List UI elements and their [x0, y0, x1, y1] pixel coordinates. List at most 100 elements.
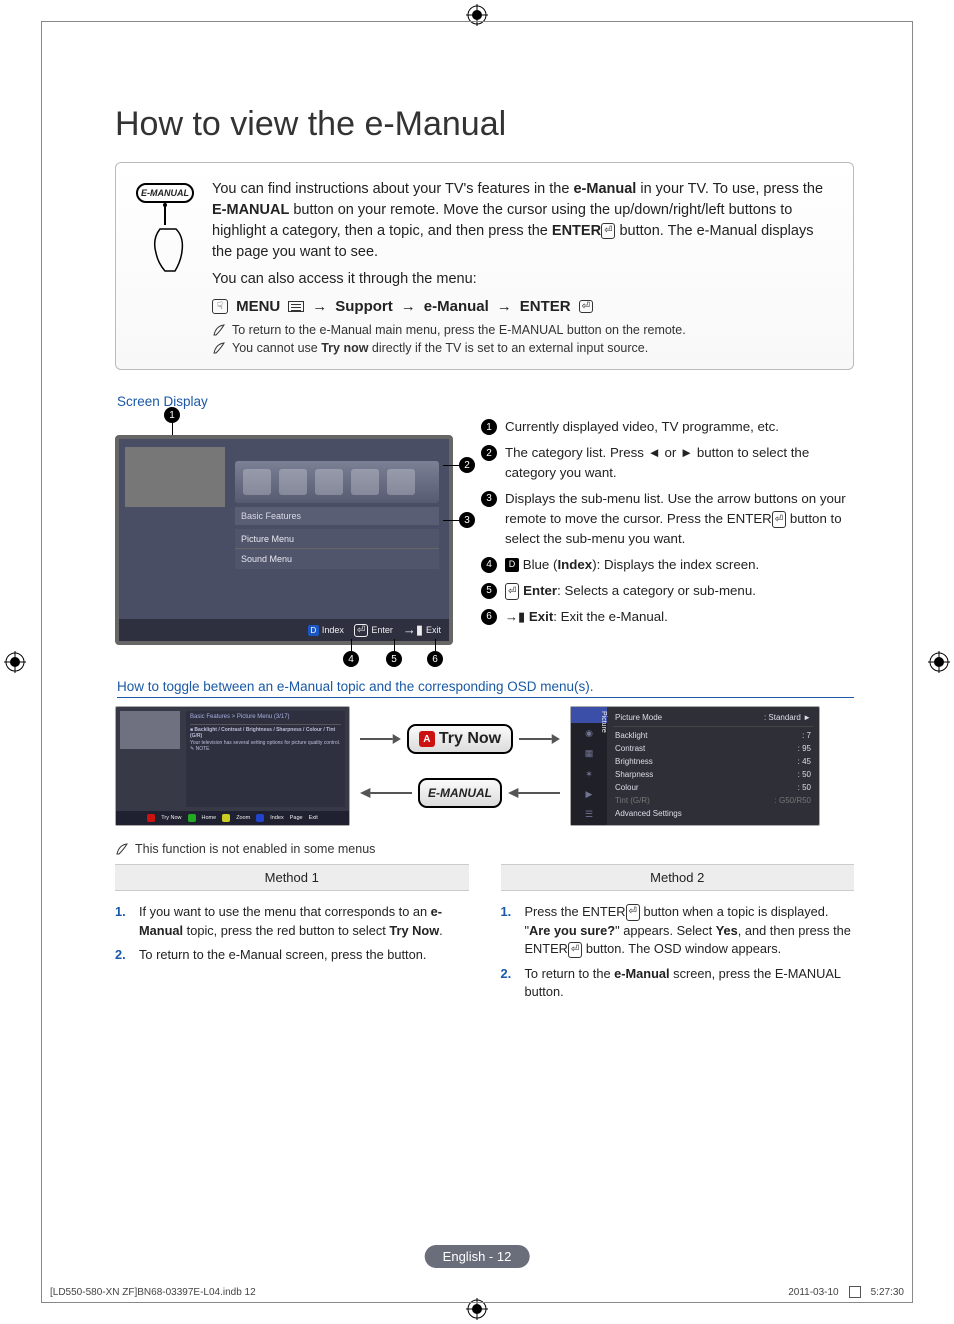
footer-left: [LD550-580-XN ZF]BN68-03397E-L04.indb 12 — [50, 1287, 256, 1298]
legend-num: 5 — [481, 583, 497, 599]
arrow-left-icon — [508, 787, 560, 799]
osd-k: Advanced Settings — [615, 809, 682, 818]
mock-video-area — [125, 447, 225, 507]
legend-5a: Enter — [523, 583, 557, 598]
note-icon — [212, 341, 226, 355]
callout-line — [394, 639, 395, 651]
m2-s1-h: ENTER — [525, 941, 568, 956]
m2-s2-b: e-Manual — [614, 966, 669, 981]
osd-k: Colour — [615, 783, 639, 792]
osd-side-item: ◉ — [571, 723, 607, 743]
arrow-3: → — [497, 298, 512, 315]
m1-s2: To return to the e-Manual screen, press … — [139, 946, 426, 965]
arrow-1: → — [312, 298, 327, 315]
footer-time: 5:27:30 — [871, 1287, 904, 1298]
panel1-line2: Your television has several setting opti… — [190, 740, 340, 746]
callout-5: 5 — [386, 651, 402, 667]
menu-path: ☟ MENU → Support → e-Manual → ENTER ⏎ — [212, 298, 837, 315]
remote-icon: ☟ — [212, 299, 228, 314]
m2-s1-i: button. The OSD window appears. — [582, 941, 781, 956]
m2-s1-g: , and then press the — [738, 923, 851, 938]
m2-s2-e: button. — [525, 984, 564, 999]
callout-line — [443, 520, 459, 521]
screen-display-legend: 1 Currently displayed video, TV programme… — [481, 417, 854, 632]
intro-p2: You can also access it through the menu: — [212, 269, 837, 290]
m2-s1-e: " appears. Select — [615, 923, 716, 938]
p1-foot-exit: Exit — [309, 815, 318, 821]
mock-foot-exit: Exit — [426, 625, 441, 635]
e-manual-pill: E-MANUAL — [418, 778, 502, 808]
registration-mark-left — [4, 651, 26, 673]
screen-display-mock-wrapper: 1 Basic Features Picture Menu Sound Menu… — [115, 417, 453, 645]
function-note: This function is not enabled in some men… — [115, 842, 854, 856]
osd-v: : 95 — [798, 744, 811, 753]
m1-s1-d: Try Now — [389, 923, 439, 938]
osd-side-item: ✶ — [571, 764, 607, 784]
callout-4: 4 — [343, 651, 359, 667]
function-note-text: This function is not enabled in some men… — [135, 842, 375, 856]
osd-sidebar: Picture ◉ ▦ ✶ ▶ ☰ — [571, 707, 607, 825]
mock-category-bar — [235, 461, 439, 503]
screen-display-mockup: Basic Features Picture Menu Sound Menu D… — [115, 435, 453, 645]
osd-main: Picture Mode: Standard ► Backlight: 7 Co… — [607, 707, 819, 825]
m2-s1-b: ENTER — [582, 904, 625, 919]
osd-panel: Picture ◉ ▦ ✶ ▶ ☰ Picture Mode: Standard… — [570, 706, 820, 826]
osd-v: : G50/R50 — [775, 796, 811, 805]
note-1-c: button on the remote. — [563, 323, 685, 337]
legend-num: 2 — [481, 445, 497, 461]
note-1-a: To return to the e-Manual main menu, pre… — [232, 323, 499, 337]
m1-s1-c: topic, press the red button to select — [183, 923, 389, 938]
callout-line — [435, 639, 436, 651]
m2-s2-c: screen, press the — [670, 966, 775, 981]
p1-foot-home: Home — [202, 815, 217, 821]
enter-icon: ⏎ — [601, 223, 615, 240]
panel1-body: Basic Features > Picture Menu (3/17) ■ B… — [186, 711, 345, 807]
callout-2: 2 — [459, 457, 475, 473]
osd-k: Tint (G/R) — [615, 796, 650, 805]
legend-2: The category list. Press ◄ or ► button t… — [505, 443, 854, 483]
mock-foot-index: Index — [322, 625, 344, 635]
osd-k: Picture Mode — [615, 713, 662, 722]
legend-1: Currently displayed video, TV programme,… — [505, 417, 779, 437]
page-title: How to view the e-Manual — [115, 105, 854, 144]
legend-num: 6 — [481, 609, 497, 625]
osd-side-item: ▶ — [571, 784, 607, 804]
note-1: To return to the e-Manual main menu, pre… — [212, 323, 837, 337]
step-number: 2. — [501, 965, 515, 1002]
toggle-heading: How to toggle between an e-Manual topic … — [117, 679, 854, 698]
registration-mark-right — [928, 651, 950, 673]
legend-3b: ENTER — [727, 511, 772, 526]
callout-1: 1 — [164, 407, 180, 423]
panel1-footer: Try Now Home Zoom Index Page Exit — [116, 811, 349, 825]
screen-display-heading: Screen Display — [117, 394, 854, 409]
method-1-title: Method 1 — [115, 864, 469, 891]
osd-k: Contrast — [615, 744, 645, 753]
legend-4b: Index — [557, 557, 592, 572]
osd-v: : 50 — [798, 770, 811, 779]
m2-s1-d: Are you sure? — [529, 923, 615, 938]
panel1-note-label: NOTE — [196, 746, 210, 752]
callout-3: 3 — [459, 512, 475, 528]
m1-s1-a: If you want to use the menu that corresp… — [139, 904, 431, 919]
try-now-pill: A Try Now — [407, 724, 513, 754]
m2-s1-a: Press the — [525, 904, 583, 919]
panel1-video — [120, 711, 180, 749]
legend-num: 1 — [481, 419, 497, 435]
legend-num: 4 — [481, 557, 497, 573]
hand-press-icon — [142, 199, 188, 277]
footer-right: 2011-03-10 5:27:30 — [788, 1286, 904, 1298]
mock-submenu-2: Sound Menu — [235, 549, 439, 569]
intro-card: E-MANUAL You can find instructions about… — [115, 162, 854, 370]
toggle-row: Basic Features > Picture Menu (3/17) ■ B… — [115, 706, 854, 826]
method-1: Method 1 1. If you want to use the menu … — [115, 864, 469, 1008]
intro-text: You can find instructions about your TV'… — [212, 179, 837, 355]
note-2: You cannot use Try now directly if the T… — [212, 341, 837, 355]
emanual-label: e-Manual — [424, 298, 489, 315]
m2-s2-d: E-MANUAL — [775, 966, 841, 981]
p1-foot-try: Try Now — [161, 815, 181, 821]
note-icon — [115, 842, 129, 856]
enter-icon: ⏎ — [505, 583, 519, 600]
osd-k: Sharpness — [615, 770, 653, 779]
mock-foot-enter: Enter — [371, 625, 393, 635]
yellow-dot-icon — [222, 814, 230, 822]
